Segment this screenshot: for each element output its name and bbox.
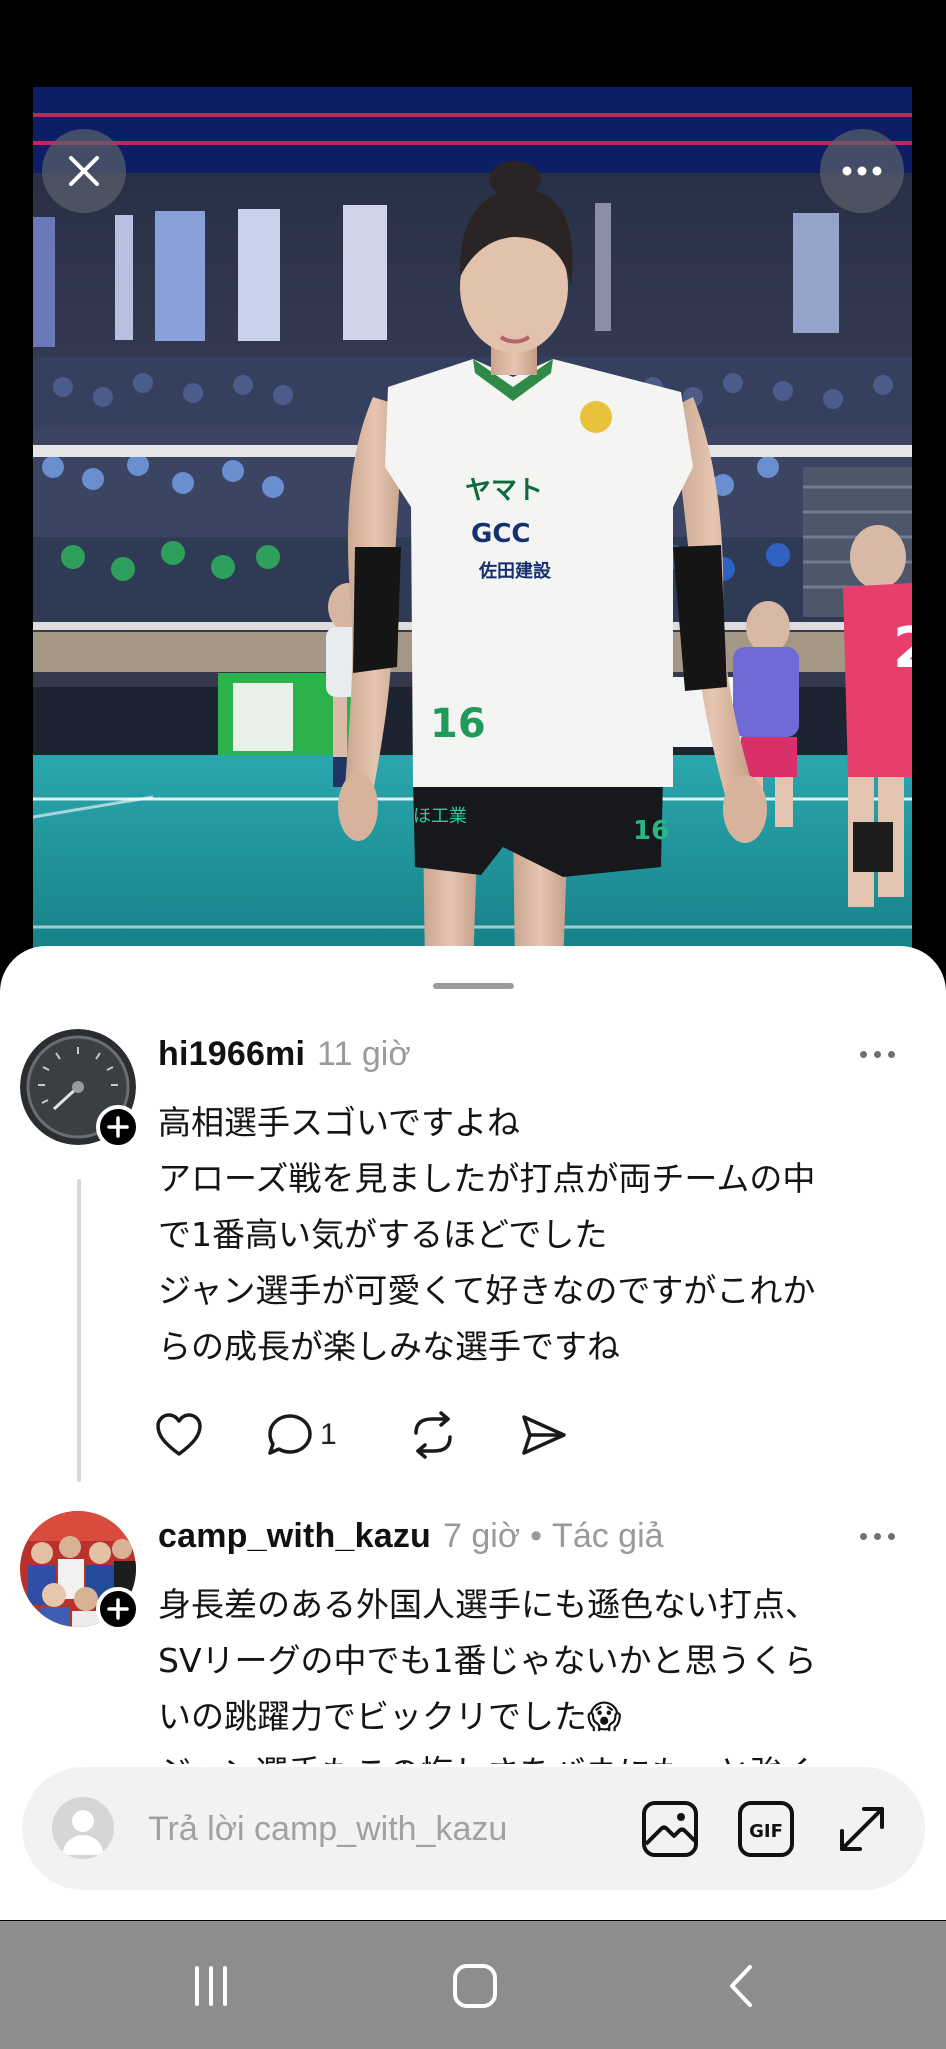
comment-actions: 1 [154, 1407, 568, 1463]
follow-plus-button[interactable] [96, 1105, 140, 1149]
more-dot [874, 1533, 881, 1540]
repost-icon [414, 1411, 452, 1459]
comment-text-line: SVリーグの中でも1番じゃないかと思うくら [158, 1641, 817, 1680]
post-photo[interactable]: 2 ほ工業 16 [33, 87, 912, 967]
system-nav-bar [0, 1921, 946, 2049]
comment-avatar-wrap[interactable] [20, 1029, 140, 1149]
thread-line [77, 1179, 81, 1482]
svg-text:ほ工業: ほ工業 [413, 806, 467, 827]
more-dot [860, 1051, 867, 1058]
more-dot [860, 1533, 867, 1540]
jersey-sponsor-2: GCC [471, 519, 531, 549]
comment-text-line: で1番高い気がするほどでした [158, 1215, 608, 1254]
back-button[interactable] [706, 1951, 776, 2021]
close-icon [69, 156, 99, 186]
attach-image-button[interactable] [640, 1799, 700, 1859]
more-options-button[interactable] [820, 129, 904, 213]
gif-icon: GIF [738, 1801, 794, 1857]
reply-count: 1 [320, 1418, 337, 1451]
comment-more-button[interactable] [860, 1533, 895, 1540]
author-tag: Tác giả [552, 1517, 664, 1555]
more-horizontal-icon [842, 166, 882, 176]
jersey-number: 16 [430, 701, 486, 747]
more-dot [888, 1051, 895, 1058]
repost-button[interactable] [408, 1407, 520, 1463]
comment-text-line: いの跳躍力でビックリでした😱 [158, 1697, 622, 1736]
more-dot [874, 1051, 881, 1058]
svg-text:16: 16 [633, 816, 669, 846]
comment-text-line: らの成長が楽しみな選手ですね [158, 1327, 620, 1366]
comment-username[interactable]: hi1966mi [158, 1035, 305, 1074]
comment-text-line: アローズ戦を見ましたが打点が両チームの中 [158, 1159, 816, 1198]
comment-timestamp: 7 giờ [443, 1517, 521, 1555]
comment-avatar-wrap[interactable] [20, 1511, 140, 1631]
close-button[interactable] [42, 129, 126, 213]
jersey-sponsor-1: ヤマト [465, 476, 543, 506]
sheet-grabber[interactable] [433, 983, 514, 989]
comment-body: 高相選手スゴいですよね アローズ戦を見ましたが打点が両チームの中 で1番高い気が… [158, 1095, 918, 1375]
reply-input[interactable]: Trả lời camp_with_kazu [148, 1805, 548, 1853]
image-icon [642, 1801, 698, 1857]
more-dot [888, 1533, 895, 1540]
home-icon [453, 1964, 497, 2008]
screen: 2 ほ工業 16 [0, 0, 946, 2049]
like-button[interactable] [154, 1407, 266, 1463]
reply-composer: Trả lời camp_with_kazu GIF [22, 1767, 925, 1890]
heart-icon [156, 1413, 202, 1456]
comment-text-line: ジャン選手が可愛くて好きなのですがこれか [158, 1271, 816, 1310]
opponent-number: 2 [893, 616, 912, 681]
comment-timestamp: 11 giờ [317, 1035, 411, 1073]
send-icon [522, 1415, 566, 1455]
comment-more-button[interactable] [860, 1051, 895, 1058]
comment-text-line: 身長差のある外国人選手にも遜色ない打点、 [158, 1585, 818, 1624]
recents-icon [195, 1966, 227, 2006]
meta-separator: • [530, 1517, 543, 1555]
recents-button[interactable] [176, 1951, 246, 2021]
expand-icon [840, 1807, 884, 1851]
volleyball-photo: 2 ほ工業 16 [33, 87, 912, 967]
plus-icon [107, 1116, 129, 1138]
share-button[interactable] [520, 1407, 568, 1463]
home-button[interactable] [440, 1951, 510, 2021]
composer-avatar [52, 1797, 114, 1859]
comment-username[interactable]: camp_with_kazu [158, 1517, 431, 1556]
gif-button[interactable]: GIF [736, 1799, 796, 1859]
comment-icon [268, 1414, 312, 1455]
follow-plus-button[interactable] [96, 1587, 140, 1631]
avatar-placeholder-icon [52, 1797, 114, 1859]
back-icon [730, 1965, 752, 2007]
expand-button[interactable] [832, 1799, 892, 1859]
comment-meta: hi1966mi 11 giờ [158, 1035, 411, 1081]
gif-label: GIF [749, 1821, 783, 1842]
comment-text-line: 高相選手スゴいですよね [158, 1103, 521, 1142]
jersey-sponsor-3: 佐田建設 [478, 560, 552, 582]
plus-icon [107, 1598, 129, 1620]
comment-meta: camp_with_kazu 7 giờ • Tác giả [158, 1517, 664, 1563]
reply-button[interactable]: 1 [266, 1407, 408, 1463]
